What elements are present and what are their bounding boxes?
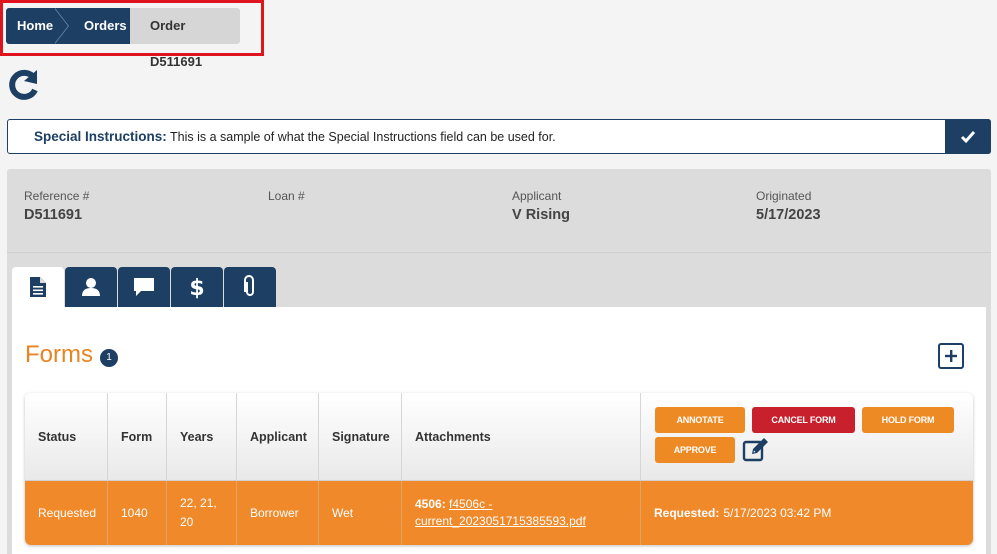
approve-button[interactable]: APPROVE bbox=[655, 437, 735, 463]
add-form-button[interactable] bbox=[938, 343, 964, 369]
dollar-icon: $ bbox=[189, 276, 204, 299]
forms-count-badge: 1 bbox=[100, 349, 118, 367]
special-instructions-label: Special Instructions: bbox=[34, 129, 167, 144]
paperclip-icon bbox=[244, 275, 254, 296]
special-instructions-value: This is a sample of what the Special Ins… bbox=[170, 130, 556, 144]
order-tabs: $ bbox=[12, 267, 276, 307]
column-status: Status bbox=[25, 393, 108, 480]
loan-field: Loan # bbox=[268, 189, 305, 207]
special-instructions-text: Special Instructions: This is a sample o… bbox=[8, 129, 945, 144]
table-row[interactable]: Requested 1040 22, 21, 20 Borrower Wet 4… bbox=[25, 481, 973, 545]
reference-label: Reference # bbox=[24, 189, 90, 203]
tab-messages[interactable] bbox=[118, 267, 170, 307]
forms-title: Forms bbox=[25, 341, 93, 368]
breadcrumb-current-order: Order D511691 bbox=[130, 8, 240, 69]
requested-label: Requested: bbox=[654, 506, 720, 520]
hold-form-button[interactable]: HOLD FORM bbox=[862, 407, 954, 433]
row-form: 1040 bbox=[108, 481, 167, 545]
plus-icon bbox=[945, 350, 957, 362]
column-attachments: Attachments bbox=[402, 393, 641, 480]
attachment-link-part1[interactable]: f4506c - bbox=[449, 497, 492, 511]
cancel-form-button[interactable]: CANCEL FORM bbox=[752, 407, 855, 433]
applicant-field: Applicant V Rising bbox=[512, 189, 570, 223]
table-header: Status Form Years Applicant Signature At… bbox=[25, 393, 973, 481]
column-years: Years bbox=[167, 393, 237, 480]
reference-value: D511691 bbox=[24, 207, 83, 223]
acknowledge-button[interactable] bbox=[945, 119, 991, 154]
forms-table: Status Form Years Applicant Signature At… bbox=[25, 393, 973, 545]
originated-label: Originated bbox=[756, 189, 812, 203]
tab-attachments[interactable] bbox=[224, 267, 276, 307]
annotate-button[interactable]: ANNOTATE bbox=[655, 407, 745, 433]
applicant-value: V Rising bbox=[512, 207, 571, 223]
row-years: 22, 21, 20 bbox=[167, 481, 237, 545]
row-signature: Wet bbox=[319, 481, 402, 545]
originated-field: Originated 5/17/2023 bbox=[756, 189, 821, 223]
refresh-icon[interactable] bbox=[7, 68, 41, 102]
applicant-label: Applicant bbox=[512, 189, 562, 203]
svg-text:$: $ bbox=[189, 276, 204, 299]
row-applicant: Borrower bbox=[237, 481, 319, 545]
column-form: Form bbox=[108, 393, 167, 480]
breadcrumb-home[interactable]: Home bbox=[6, 8, 69, 44]
check-icon bbox=[960, 130, 976, 143]
attachment-line1: 4506: f4506c - bbox=[415, 496, 492, 513]
row-years-line2: 20 bbox=[180, 515, 194, 529]
reference-field: Reference # D511691 bbox=[24, 189, 89, 223]
form-actions: ANNOTATE CANCEL FORM HOLD FORM APPROVE bbox=[641, 393, 973, 481]
row-years-line1: 22, 21, bbox=[180, 496, 217, 510]
comment-icon bbox=[134, 278, 154, 296]
edit-icon[interactable] bbox=[742, 436, 770, 464]
breadcrumb: Home Orders Order D511691 bbox=[6, 8, 240, 69]
order-info-panel: Reference # D511691 Loan # Applicant V R… bbox=[7, 169, 991, 554]
originated-value: 5/17/2023 bbox=[756, 207, 821, 223]
forms-panel: Forms 1 Status Form Years Applicant Sign… bbox=[12, 307, 986, 554]
tab-forms[interactable] bbox=[12, 267, 64, 307]
column-signature: Signature bbox=[319, 393, 402, 480]
row-status: Requested bbox=[25, 481, 108, 545]
special-instructions-bar: Special Instructions: This is a sample o… bbox=[7, 119, 991, 154]
requested-value: 5/17/2023 03:42 PM bbox=[723, 506, 832, 520]
document-icon bbox=[30, 277, 46, 297]
row-attachments: 4506: f4506c - current_2023051715385593.… bbox=[402, 481, 641, 545]
attachment-link-part2[interactable]: current_2023051715385593.pdf bbox=[415, 513, 586, 530]
loan-label: Loan # bbox=[268, 189, 305, 203]
tab-billing[interactable]: $ bbox=[171, 267, 223, 307]
tab-contacts[interactable] bbox=[65, 267, 117, 307]
row-requested: Requested: 5/17/2023 03:42 PM bbox=[641, 481, 973, 545]
attachment-prefix: 4506: bbox=[415, 497, 446, 511]
user-icon bbox=[82, 278, 100, 296]
divider bbox=[7, 252, 991, 253]
column-applicant: Applicant bbox=[237, 393, 319, 480]
